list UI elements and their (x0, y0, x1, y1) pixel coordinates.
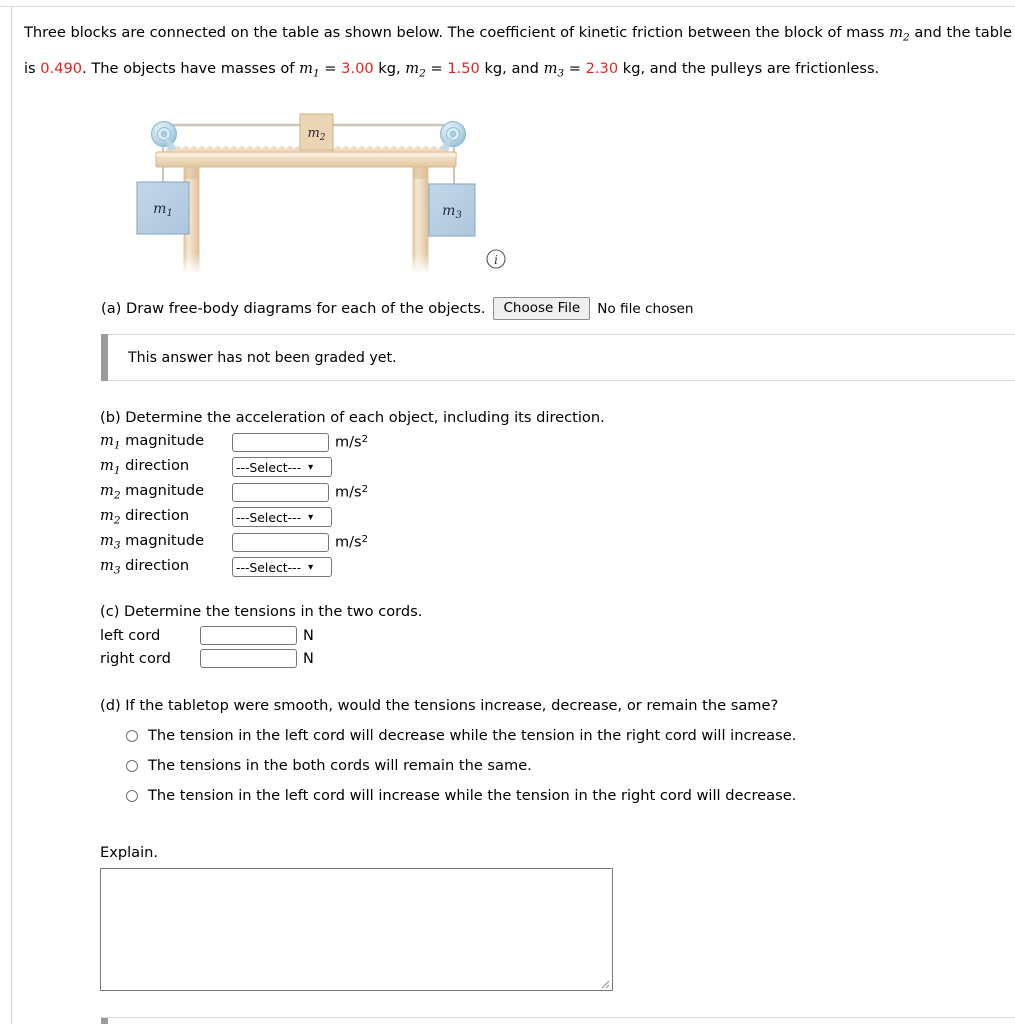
input-m3-magnitude[interactable] (232, 532, 329, 552)
select-m3-direction-value: ---Select--- (236, 559, 302, 575)
statement-line-1-part-b: and (909, 24, 942, 41)
input-left-cord-tension[interactable] (200, 626, 297, 645)
chevron-down-icon: ▾ (308, 511, 314, 523)
m3-value: 2.30 (585, 60, 619, 78)
statement-kg-2: kg, and (479, 60, 544, 78)
unit-m1-magnitude: m/s2 (335, 433, 369, 451)
select-m2-direction[interactable]: ---Select--- ▾ (232, 507, 332, 527)
question-page: Three blocks are connected on the table … (12, 7, 1015, 1024)
table-legs (180, 166, 435, 274)
statement-m1-var: m (299, 60, 313, 78)
statement-eq-2: = (425, 60, 448, 78)
part-b-row-m1-magnitude: m1 magnitude m/s2 (100, 430, 605, 454)
input-m1-magnitude[interactable] (232, 432, 329, 452)
file-upload-control[interactable]: Choose File No file chosen (493, 297, 694, 320)
problem-statement: Three blocks are connected on the table … (24, 17, 1014, 90)
radio-button-option-0[interactable] (126, 730, 138, 742)
part-c-row-right-cord: right cord N (100, 647, 422, 670)
statement-eq-3: = (564, 60, 586, 78)
label-m1-direction: m1 direction (100, 457, 190, 477)
explain-label: Explain. (100, 844, 159, 861)
label-m2-magnitude: m2 magnitude (100, 482, 205, 502)
not-graded-message: This answer has not been graded yet. (128, 349, 397, 366)
select-m1-direction[interactable]: ---Select--- ▾ (232, 457, 332, 477)
unit-left-cord: N (303, 627, 314, 644)
part-b-row-m2-magnitude: m2 magnitude m/s2 (100, 480, 605, 504)
statement-kg-1: kg, (373, 60, 406, 78)
no-file-chosen-label: No file chosen (597, 300, 694, 317)
statement-line-2-part-b: . The objects have masses of (82, 60, 300, 78)
statement-eq-1: = (319, 60, 342, 78)
part-b-row-m1-direction: m1 direction ---Select--- ▾ (100, 455, 605, 479)
statement-line-2-part-c: kg, and the pulleys are (618, 60, 791, 78)
chevron-down-icon: ▾ (308, 461, 314, 473)
friction-coefficient-value: 0.490 (40, 60, 83, 78)
select-m1-direction-value: ---Select--- (236, 459, 302, 475)
statement-m2-sub: 2 (903, 31, 910, 44)
select-m2-direction-value: ---Select--- (236, 509, 302, 525)
status-accent-bar (101, 334, 108, 381)
unit-right-cord: N (303, 650, 314, 667)
choose-file-button[interactable]: Choose File (493, 297, 591, 320)
block-m2: m2 (299, 113, 334, 151)
part-b-row-m3-direction: m3 direction ---Select--- ▾ (100, 555, 605, 579)
pulley-left (151, 121, 177, 152)
statement-m2-var-2: m (405, 60, 420, 78)
m2-value: 1.50 (447, 60, 480, 78)
statement-line-1-part-a: Three blocks are connected on the table … (24, 24, 890, 41)
part-d-option-2-label: The tension in the left cord will increa… (148, 787, 797, 804)
radio-button-option-1[interactable] (126, 760, 138, 772)
statement-m2-sub-2: 2 (419, 67, 426, 80)
part-b-section: (b) Determine the acceleration of each o… (100, 409, 605, 580)
label-left-cord: left cord (100, 627, 161, 644)
pulley-right (440, 121, 466, 152)
label-m3-magnitude: m3 magnitude (100, 532, 205, 552)
part-d-option-0[interactable]: The tension in the left cord will decrea… (100, 727, 1000, 744)
m1-value: 3.00 (341, 60, 374, 78)
label-m1-magnitude: m1 magnitude (100, 432, 205, 452)
info-icon[interactable]: i (486, 249, 506, 269)
part-d-option-1[interactable]: The tensions in the both cords will rema… (100, 757, 1000, 774)
statement-m1-sub: 1 (312, 67, 320, 80)
part-b-row-m2-direction: m2 direction ---Select--- ▾ (100, 505, 605, 529)
radio-button-option-2[interactable] (126, 790, 138, 802)
apparatus-figure: m2 m1 m3 i (132, 112, 532, 282)
block-m3: m3 (428, 183, 476, 237)
part-c-row-left-cord: left cord N (100, 624, 422, 647)
label-right-cord: right cord (100, 650, 171, 667)
input-right-cord-tension[interactable] (200, 649, 297, 668)
statement-line-3: frictionless. (795, 60, 880, 78)
unit-m2-magnitude: m/s2 (335, 483, 369, 501)
select-m3-direction[interactable]: ---Select--- ▾ (232, 557, 332, 577)
part-a-section: (a) Draw free-body diagrams for each of … (101, 297, 1015, 320)
part-a-question: (a) Draw free-body diagrams for each of … (101, 300, 486, 317)
part-a-answer-status-box: This answer has not been graded yet. (101, 334, 1015, 381)
input-m2-magnitude[interactable] (232, 482, 329, 502)
part-d-option-0-label: The tension in the left cord will decrea… (148, 727, 797, 744)
label-m3-direction: m3 direction (100, 557, 190, 577)
part-b-question: (b) Determine the acceleration of each o… (100, 409, 605, 426)
part-b-row-m3-magnitude: m3 magnitude m/s2 (100, 530, 605, 554)
unit-m3-magnitude: m/s2 (335, 533, 369, 551)
status-accent-bar-bottom (101, 1018, 108, 1024)
part-c-question: (c) Determine the tensions in the two co… (100, 603, 423, 620)
part-d-option-2[interactable]: The tension in the left cord will increa… (100, 787, 1000, 804)
resize-handle-icon[interactable] (598, 977, 610, 989)
explain-section: Explain. (100, 844, 613, 991)
info-icon-glyph: i (494, 253, 498, 267)
part-a-row: (a) Draw free-body diagrams for each of … (101, 297, 1015, 320)
part-d-option-1-label: The tensions in the both cords will rema… (148, 757, 532, 774)
apparatus-diagram-svg: m2 m1 m3 i (136, 113, 506, 274)
explain-textarea[interactable] (100, 868, 613, 991)
part-d-question: (d) If the tabletop were smooth, would t… (100, 697, 779, 714)
part-d-section: (d) If the tabletop were smooth, would t… (100, 697, 1000, 804)
statement-m2-var: m (889, 24, 904, 41)
statement-m3-var: m (543, 60, 558, 78)
next-answer-status-box (101, 1017, 1015, 1024)
chevron-down-icon: ▾ (308, 561, 314, 573)
block-m1: m1 (136, 181, 190, 235)
part-c-section: (c) Determine the tensions in the two co… (100, 603, 422, 670)
label-m2-direction: m2 direction (100, 507, 190, 527)
